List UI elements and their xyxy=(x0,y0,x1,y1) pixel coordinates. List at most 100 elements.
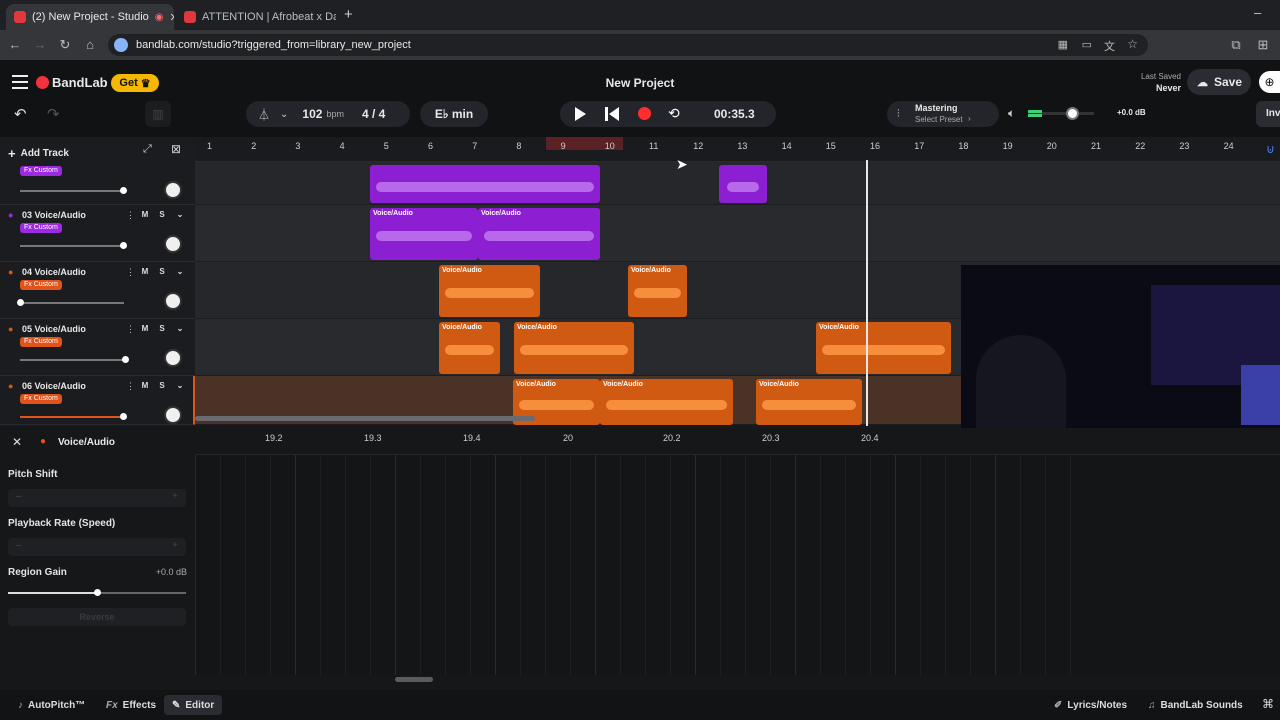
editor-scrollbar[interactable] xyxy=(395,677,433,682)
settings-icon[interactable]: ⌘ xyxy=(1262,697,1274,711)
track-row[interactable]: ● 04 Voice/Audio ⋮ M S ⌄ Fx Custom xyxy=(0,262,195,319)
more-options-icon[interactable]: ⋮ xyxy=(126,324,135,335)
pan-knob[interactable] xyxy=(164,181,182,199)
slider-knob[interactable] xyxy=(122,356,129,363)
track-volume-slider[interactable] xyxy=(20,187,127,194)
mastering-button[interactable]: ⫶ Mastering Select Preset › xyxy=(887,101,999,127)
redo-icon[interactable]: ↷ xyxy=(47,105,60,123)
mute-button[interactable]: M xyxy=(138,208,152,222)
translate-icon[interactable]: 文 xyxy=(1104,38,1115,54)
profile-icon[interactable]: ⊞ xyxy=(1256,38,1270,52)
zoom-icon[interactable]: ⊍ xyxy=(1266,142,1275,156)
back-icon[interactable]: ← xyxy=(8,38,22,52)
audio-clip[interactable]: Voice/Audio xyxy=(439,322,500,374)
mixer-icon[interactable]: ▥ xyxy=(145,101,171,127)
fx-badge[interactable]: Fx Custom xyxy=(20,223,62,233)
fx-badge[interactable]: Fx Custom xyxy=(20,337,62,347)
region-gain-slider[interactable] xyxy=(8,589,186,596)
globe-icon[interactable]: ⊕ xyxy=(1259,71,1280,93)
metronome-icon[interactable]: ⏃ xyxy=(258,106,270,123)
minus-icon[interactable]: – xyxy=(16,491,22,502)
track-row[interactable]: ● 05 Voice/Audio ⋮ M S ⌄ Fx Custom xyxy=(0,319,195,376)
track-name[interactable]: 06 Voice/Audio xyxy=(22,381,86,391)
track-volume-slider[interactable] xyxy=(20,413,127,420)
mute-button[interactable]: M xyxy=(138,322,152,336)
collapse-icon[interactable]: ⊠ xyxy=(171,142,181,156)
audio-clip[interactable]: Voice/Audio xyxy=(628,265,687,317)
close-tab-icon[interactable]: ✕ xyxy=(170,11,175,24)
forward-icon[interactable]: → xyxy=(33,38,47,52)
menu-icon[interactable] xyxy=(12,75,28,89)
minimize-button[interactable]: – xyxy=(1254,5,1261,20)
bpm-value[interactable]: 102 xyxy=(302,107,322,121)
automation-icon[interactable]: ⤢ xyxy=(143,143,152,156)
master-volume-slider[interactable] xyxy=(1028,107,1094,120)
audio-clip[interactable]: Voice/Audio xyxy=(439,265,540,317)
mute-button[interactable]: M xyxy=(138,265,152,279)
editor-ruler[interactable]: 19.2 19.3 19.4 20 20.2 20.3 20.4 xyxy=(195,428,1280,455)
pan-knob[interactable] xyxy=(164,292,182,310)
cast-icon[interactable]: ▭ xyxy=(1082,38,1092,51)
slider-knob[interactable] xyxy=(17,299,24,306)
apps-icon[interactable]: ▦ xyxy=(1058,38,1068,51)
reverse-button[interactable]: Reverse xyxy=(8,608,186,626)
audio-clip[interactable]: Voice/Audio xyxy=(478,208,600,260)
bandlab-sounds-button[interactable]: ♫ BandLab Sounds xyxy=(1140,695,1251,715)
fx-badge[interactable]: Fx Custom xyxy=(20,166,62,176)
lyrics-notes-button[interactable]: ✐ Lyrics/Notes xyxy=(1046,695,1135,715)
effects-button[interactable]: Fx Effects xyxy=(98,695,164,715)
editor-waveform-area[interactable] xyxy=(195,455,1280,682)
slider-knob[interactable] xyxy=(120,413,127,420)
timeline-ruler[interactable]: 1 2 3 4 5 6 7 8 9 10 11 12 13 14 15 16 17 18 19 20 21 22 23 24 … xyxy=(195,137,1280,162)
slider-knob[interactable] xyxy=(120,187,127,194)
autopitch-button[interactable]: ♪ AutoPitch™ xyxy=(10,695,93,715)
audio-clip[interactable]: Voice/Audio xyxy=(816,322,951,374)
audio-clip[interactable]: Voice/Audio xyxy=(370,208,478,260)
more-options-icon[interactable]: ⋮ xyxy=(126,381,135,392)
track-row[interactable]: Fx Custom xyxy=(0,162,195,205)
chevron-down-icon[interactable]: ⌄ xyxy=(280,109,288,120)
track-row-selected[interactable]: ● 06 Voice/Audio ⋮ M S ⌄ Fx Custom xyxy=(0,376,195,425)
minus-icon[interactable]: – xyxy=(16,540,22,551)
audio-clip[interactable] xyxy=(370,165,600,203)
track-name[interactable]: 04 Voice/Audio xyxy=(22,267,86,277)
track-name[interactable]: 03 Voice/Audio xyxy=(22,210,86,220)
slider-knob[interactable] xyxy=(94,589,101,596)
track-volume-slider[interactable] xyxy=(20,356,129,363)
fx-badge[interactable]: Fx Custom xyxy=(20,394,62,404)
solo-button[interactable]: S xyxy=(155,208,169,222)
solo-button[interactable]: S xyxy=(155,379,169,393)
extensions-icon[interactable]: ⧉ xyxy=(1229,38,1243,52)
key-selector[interactable]: E♭ min xyxy=(420,101,488,127)
pan-knob[interactable] xyxy=(164,235,182,253)
site-info-icon[interactable] xyxy=(114,38,128,52)
tab-new-project[interactable]: (2) New Project - Studio ◉ ✕ xyxy=(6,4,174,30)
track-name[interactable]: 05 Voice/Audio xyxy=(22,324,86,334)
editor-button[interactable]: ✎ Editor xyxy=(164,695,223,715)
solo-button[interactable]: S xyxy=(155,322,169,336)
chevron-down-icon[interactable]: ⌄ xyxy=(173,379,187,393)
track-row[interactable]: ● 03 Voice/Audio ⋮ M S ⌄ Fx Custom xyxy=(0,205,195,262)
home-icon[interactable]: ⌂ xyxy=(83,38,97,52)
chevron-down-icon[interactable]: ⌄ xyxy=(173,208,187,222)
close-icon[interactable]: ✕ xyxy=(12,435,22,449)
bandlab-logo[interactable]: BandLab xyxy=(52,75,108,90)
skip-back-icon[interactable] xyxy=(605,107,608,121)
playback-rate-stepper[interactable]: – + xyxy=(8,538,186,556)
bookmark-star-icon[interactable]: ☆ xyxy=(1127,37,1138,51)
audio-clip[interactable]: Voice/Audio xyxy=(514,322,634,374)
track-volume-slider[interactable] xyxy=(20,242,127,249)
pitch-shift-stepper[interactable]: – + xyxy=(8,489,186,507)
chevron-down-icon[interactable]: ⌄ xyxy=(173,322,187,336)
audio-clip[interactable]: Voice/Audio xyxy=(756,379,862,425)
audio-clip[interactable]: Voice/Audio xyxy=(600,379,733,425)
record-icon[interactable] xyxy=(638,107,651,120)
slider-knob[interactable] xyxy=(120,242,127,249)
audio-clip[interactable] xyxy=(719,165,767,203)
mute-button[interactable]: M xyxy=(138,379,152,393)
pan-knob[interactable] xyxy=(164,406,182,424)
track-volume-slider[interactable] xyxy=(17,299,124,306)
pan-knob[interactable] xyxy=(164,349,182,367)
horizontal-scrollbar[interactable] xyxy=(195,416,535,421)
plus-icon[interactable]: + xyxy=(172,491,178,502)
